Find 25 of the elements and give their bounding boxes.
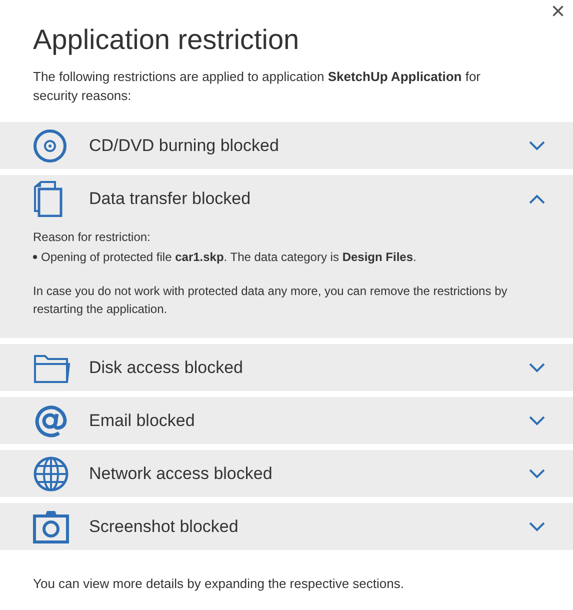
camera-icon xyxy=(33,510,69,544)
intro-text: The following restrictions are applied to application SketchUp Application for security reasons: xyxy=(33,68,482,105)
section-header[interactable]: Screenshot blocked xyxy=(0,503,573,550)
close-button[interactable]: × xyxy=(546,0,569,24)
chevron-down-icon xyxy=(529,416,545,426)
section-header[interactable]: Network access blocked xyxy=(0,450,573,497)
chevron-down-icon xyxy=(529,522,545,532)
section-header[interactable]: CD/DVD burning blocked xyxy=(0,122,573,169)
chevron-up-icon xyxy=(529,194,545,204)
chevron-down-icon xyxy=(529,468,545,478)
globe-icon xyxy=(33,456,69,492)
reason-heading: Reason for restriction: xyxy=(33,229,152,246)
note-text: In case you do not work with protected data any more, you can remove the restrictions by restarting the application. xyxy=(33,283,508,318)
chevron-down-icon xyxy=(529,140,545,150)
section-header[interactable]: Data transfer blocked xyxy=(0,175,573,222)
documents-icon xyxy=(33,180,63,216)
section-header[interactable]: Email blocked xyxy=(0,397,573,444)
bullet-icon xyxy=(33,255,37,259)
chevron-down-icon xyxy=(529,362,545,372)
section-header[interactable]: Disk access blocked xyxy=(0,344,573,391)
reason-text: Opening of protected file car1.skp. The data category is Design Files. xyxy=(41,249,416,266)
disc-icon xyxy=(33,128,67,162)
dialog-title: Application restriction xyxy=(33,23,300,57)
at-sign-icon xyxy=(33,402,69,438)
footer-text: You can view more details by expanding the respective sections. xyxy=(32,575,405,593)
